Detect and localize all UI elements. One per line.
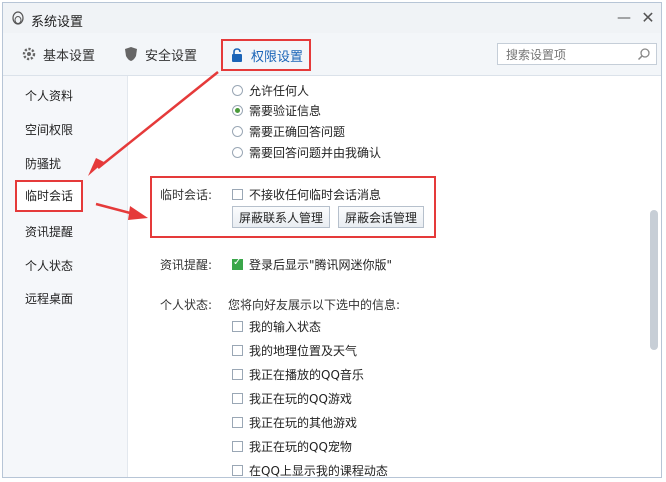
radio-button[interactable] (232, 105, 243, 116)
checkbox[interactable] (232, 417, 243, 428)
radio-button[interactable] (232, 126, 243, 137)
checkbox-reject-temp-sessions[interactable]: 不接收任何临时会话消息 (232, 186, 381, 203)
sidebar-item-remote-desktop[interactable]: 远程桌面 (25, 289, 73, 309)
close-button[interactable]: ✕ (639, 9, 657, 27)
tab-basic-settings[interactable]: 基本设置 (21, 41, 95, 67)
checkbox-label: 我的输入状态 (249, 320, 322, 334)
checkbox-label: 我正在玩的QQ游戏 (249, 392, 352, 406)
checkbox-label: 我正在玩的其他游戏 (249, 416, 358, 430)
sidebar-item-space-permission[interactable]: 空间权限 (25, 120, 73, 140)
radio-label: 允许任何人 (249, 84, 310, 98)
sidebar-item-profile[interactable]: 个人资料 (25, 86, 73, 106)
tab-security-settings[interactable]: 安全设置 (123, 41, 197, 67)
tab-label: 基本设置 (43, 48, 96, 64)
tab-label: 安全设置 (145, 48, 198, 64)
checkbox-label: 我的地理位置及天气 (249, 344, 358, 358)
blocked-contacts-button[interactable]: 屏蔽联系人管理 (232, 206, 330, 228)
news-reminder-label: 资讯提醒: (160, 258, 213, 272)
tab-bar: 基本设置 安全设置 权限设置 (3, 33, 661, 76)
checkbox-qq-games[interactable]: 我正在玩的QQ游戏 (232, 390, 352, 407)
personal-status-description: 您将向好友展示以下选中的信息: (228, 298, 401, 312)
sidebar-item-anti-harassment[interactable]: 防骚扰 (25, 154, 61, 174)
checkbox-label: 我正在播放的QQ音乐 (249, 368, 364, 382)
radio-label: 需要正确回答问题 (249, 125, 346, 139)
settings-content: 允许任何人 需要验证信息 需要正确回答问题 需要回答问题并由我确认 临时会话: … (128, 76, 661, 478)
sidebar-item-personal-status[interactable]: 个人状态 (25, 256, 73, 276)
tab-label: 权限设置 (251, 49, 304, 65)
temp-session-label: 临时会话: (160, 188, 213, 202)
window-title: 系统设置 (31, 15, 84, 30)
checkbox[interactable] (232, 441, 243, 452)
sidebar: 个人资料 空间权限 防骚扰 临时会话 资讯提醒 个人状态 远程桌面 (3, 76, 128, 477)
blocked-sessions-button[interactable]: 屏蔽会话管理 (338, 206, 424, 228)
minimize-button[interactable]: — (615, 9, 633, 27)
tab-permission-settings[interactable]: 权限设置 (221, 39, 312, 71)
sidebar-item-news-reminder[interactable]: 资讯提醒 (25, 222, 73, 242)
radio-allow-anyone[interactable]: 允许任何人 (232, 82, 309, 99)
title-bar: 系统设置 — ✕ (3, 3, 661, 33)
checkbox-course-activity[interactable]: 在QQ上显示我的课程动态 (232, 462, 388, 478)
checkbox-label: 我正在玩的QQ宠物 (249, 440, 352, 454)
search-box[interactable] (497, 43, 657, 65)
checkbox-qq-music[interactable]: 我正在播放的QQ音乐 (232, 366, 364, 383)
checkbox[interactable] (232, 321, 243, 332)
radio-answer-and-confirm[interactable]: 需要回答问题并由我确认 (232, 144, 381, 161)
personal-status-label: 个人状态: (160, 298, 213, 312)
shield-icon (125, 47, 137, 61)
checkbox[interactable] (232, 465, 243, 476)
checkbox-label: 在QQ上显示我的课程动态 (249, 464, 388, 478)
checkbox[interactable] (232, 345, 243, 356)
radio-label: 需要回答问题并由我确认 (249, 146, 382, 160)
checkbox-label: 登录后显示"腾讯网迷你版" (249, 258, 393, 272)
radio-label: 需要验证信息 (249, 104, 322, 118)
radio-button[interactable] (232, 147, 243, 158)
checkbox[interactable] (232, 257, 243, 270)
checkbox-other-games[interactable]: 我正在玩的其他游戏 (232, 414, 357, 431)
settings-window: 系统设置 — ✕ 基本设置 安全设置 权限设置 搜索设置项 个人资料 空间权限 … (2, 2, 662, 478)
qq-penguin-icon (12, 11, 24, 25)
checkbox-qq-pet[interactable]: 我正在玩的QQ宠物 (232, 438, 352, 455)
checkbox[interactable] (232, 393, 243, 404)
radio-require-answer[interactable]: 需要正确回答问题 (232, 123, 345, 140)
radio-button[interactable] (232, 85, 243, 96)
checkbox-typing-status[interactable]: 我的输入状态 (232, 318, 321, 335)
checkbox-show-tencent-mini[interactable]: 登录后显示"腾讯网迷你版" (232, 256, 392, 273)
checkbox[interactable] (232, 369, 243, 380)
radio-require-verify[interactable]: 需要验证信息 (232, 102, 321, 119)
scrollbar-thumb[interactable] (650, 210, 658, 350)
lock-icon (232, 48, 242, 62)
search-icon[interactable] (637, 47, 651, 61)
checkbox-label: 不接收任何临时会话消息 (249, 188, 382, 202)
checkbox-location-weather[interactable]: 我的地理位置及天气 (232, 342, 357, 359)
gear-icon (22, 47, 36, 61)
search-input[interactable] (504, 45, 636, 65)
sidebar-item-temp-session[interactable]: 临时会话 (15, 180, 84, 212)
checkbox[interactable] (232, 189, 243, 200)
